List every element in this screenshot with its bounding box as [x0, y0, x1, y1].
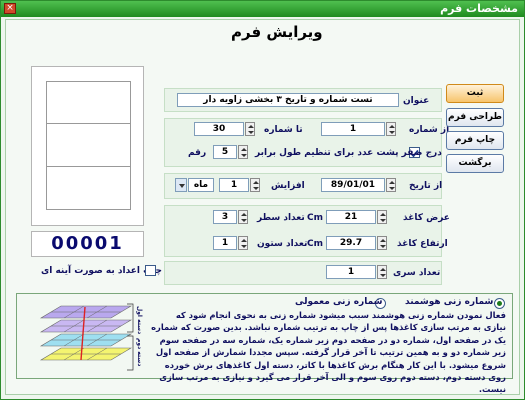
form-heading: ویرایش فرم	[231, 23, 323, 41]
from-date-spinner[interactable]	[386, 178, 396, 192]
cols-input[interactable]: 1	[213, 236, 237, 250]
smart-numbering-description: فعال نمودن شماره زنی هوشمند سبب میشود شم…	[151, 310, 506, 395]
from-number-input[interactable]: 1	[321, 122, 385, 136]
paper-width-label: عرض کاغذ	[403, 213, 450, 223]
from-date-label: از تاریخ	[409, 181, 443, 191]
close-icon[interactable]: ×	[4, 3, 16, 14]
unit-dropdown-icon[interactable]	[175, 178, 187, 192]
rows-input[interactable]: 3	[213, 210, 237, 224]
paper-width-input[interactable]: 21	[326, 210, 376, 224]
paper-width-spinner[interactable]	[377, 210, 387, 224]
save-button[interactable]: ثبت	[446, 84, 504, 103]
title-input[interactable]: تست شماره و تاریخ ۳ بخشی زاویه دار	[177, 93, 399, 107]
sheet-layer-1	[39, 305, 133, 333]
rows-spinner[interactable]	[238, 210, 248, 224]
layer-two-label: دسته دوم	[136, 338, 143, 366]
cols-label: تعداد ستون	[257, 239, 308, 249]
from-number-spinner[interactable]	[386, 122, 396, 136]
increment-spinner[interactable]	[250, 178, 260, 192]
digits-label: رقم	[188, 148, 207, 158]
title-label: عنوان	[403, 96, 430, 106]
preview-cell	[46, 166, 131, 210]
series-label: تعداد سری	[393, 268, 441, 278]
series-spinner[interactable]	[377, 265, 387, 279]
paper-height-label: ارتفاع کاغذ	[397, 239, 448, 249]
zero-pad-label: درج صفر پشت عدد برای تنظیم طول برابر	[255, 148, 442, 158]
from-number-label: از شماره	[409, 125, 450, 135]
form-properties-window: × مشخصات فرم ویرایش فرم عنوان تست شماره …	[0, 0, 525, 400]
smart-numbering-label: شماره زنی هوشمند	[405, 297, 494, 307]
mirror-checkbox[interactable]	[145, 265, 156, 276]
counter-preview: 00001	[31, 231, 144, 257]
back-button[interactable]: برگشت	[446, 154, 504, 173]
paper-height-spinner[interactable]	[377, 236, 387, 250]
page-preview	[31, 66, 144, 226]
preview-cell	[46, 81, 131, 124]
digits-spinner[interactable]	[238, 145, 248, 159]
preview-cell	[46, 123, 131, 167]
window-title: مشخصات فرم	[440, 2, 518, 15]
print-form-button[interactable]: چاپ فرم	[446, 131, 504, 150]
layer-one-label: دسته اول	[136, 306, 143, 334]
mirror-label: چاپ اعداد به صورت آینه ای	[41, 266, 163, 276]
normal-numbering-label: شماره زنی معمولی	[295, 297, 383, 307]
to-number-spinner[interactable]	[245, 122, 255, 136]
unit-select[interactable]: ماه	[188, 178, 214, 192]
stacked-sheets-illustration: دسته اول دسته دوم	[39, 303, 143, 371]
from-date-input[interactable]: 89/01/01	[321, 178, 385, 192]
digits-input[interactable]: 5	[213, 145, 237, 159]
design-form-button[interactable]: طراحی فرم	[446, 108, 504, 127]
rows-label: تعداد سطر	[257, 213, 305, 223]
paper-width-unit: Cm	[307, 213, 323, 223]
to-number-label: تا شماره	[264, 125, 303, 135]
paper-height-unit: Cm	[307, 239, 323, 249]
to-number-input[interactable]: 30	[194, 122, 244, 136]
increment-input[interactable]: 1	[219, 178, 249, 192]
sheet-layer-2	[39, 333, 133, 347]
sheet-layer-3	[39, 347, 133, 361]
smart-numbering-radio[interactable]	[494, 298, 505, 309]
paper-height-input[interactable]: 29.7	[326, 236, 376, 250]
title-bar: × مشخصات فرم	[1, 1, 524, 17]
increment-label: افزایش	[271, 181, 305, 191]
series-input[interactable]: 1	[326, 265, 376, 279]
cols-spinner[interactable]	[238, 236, 248, 250]
